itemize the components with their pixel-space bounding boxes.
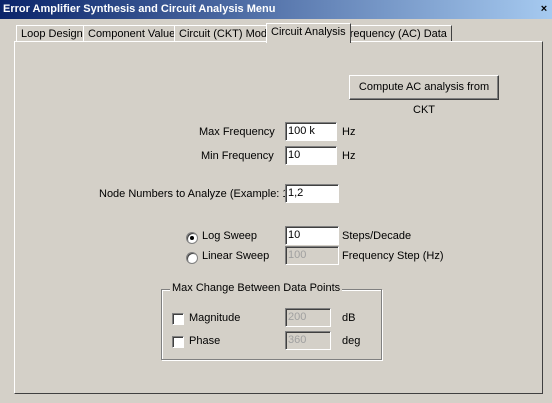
compute-ac-analysis-button[interactable]: Compute AC analysis from CKT (349, 75, 499, 116)
phase-label: Phase (189, 335, 221, 347)
magnitude-checkbox[interactable] (172, 313, 184, 325)
steps-per-decade-unit: Steps/Decade (342, 230, 412, 242)
tab-frequency-ac-data[interactable]: Frequency (AC) Data (338, 25, 452, 42)
phase-input[interactable]: 360 (285, 331, 331, 350)
min-frequency-input[interactable]: 10 (285, 146, 337, 165)
log-sweep-radio[interactable] (186, 232, 198, 244)
title-bar: Error Amplifier Synthesis and Circuit An… (0, 0, 552, 19)
linear-sweep-label: Linear Sweep (202, 250, 270, 262)
close-icon[interactable]: × (538, 0, 550, 19)
frequency-step-input[interactable]: 100 (285, 246, 339, 265)
frequency-step-unit: Frequency Step (Hz) (342, 250, 444, 262)
magnitude-label: Magnitude (189, 312, 241, 324)
magnitude-unit: dB (342, 312, 356, 324)
max-frequency-input[interactable]: 100 k (285, 122, 337, 141)
tab-circuit-model[interactable]: Circuit (CKT) Model (174, 25, 281, 42)
max-change-group (161, 289, 382, 360)
log-sweep-label: Log Sweep (202, 230, 258, 242)
max-frequency-unit: Hz (342, 126, 356, 138)
tab-circuit-analysis[interactable]: Circuit Analysis (266, 23, 351, 43)
linear-sweep-radio[interactable] (186, 252, 198, 264)
dialog-window: Error Amplifier Synthesis and Circuit An… (0, 0, 552, 403)
min-frequency-label: Min Frequency (201, 150, 274, 162)
max-frequency-label: Max Frequency (199, 126, 275, 138)
min-frequency-unit: Hz (342, 150, 356, 162)
tab-loop-design[interactable]: Loop Design (16, 25, 88, 42)
max-change-group-title: Max Change Between Data Points (170, 282, 343, 294)
node-numbers-input[interactable]: 1,2 (285, 184, 339, 203)
radio-selected-dot (190, 236, 194, 240)
phase-checkbox[interactable] (172, 336, 184, 348)
window-title: Error Amplifier Synthesis and Circuit An… (3, 3, 276, 15)
circuit-analysis-panel: Compute AC analysis from CKT Max Frequen… (14, 41, 543, 394)
phase-unit: deg (342, 335, 361, 347)
tab-component-values[interactable]: Component Values (83, 25, 186, 42)
magnitude-input[interactable]: 200 (285, 308, 331, 327)
steps-per-decade-input[interactable]: 10 (285, 226, 339, 245)
node-numbers-label: Node Numbers to Analyze (Example: 1,2,7) (99, 188, 311, 200)
